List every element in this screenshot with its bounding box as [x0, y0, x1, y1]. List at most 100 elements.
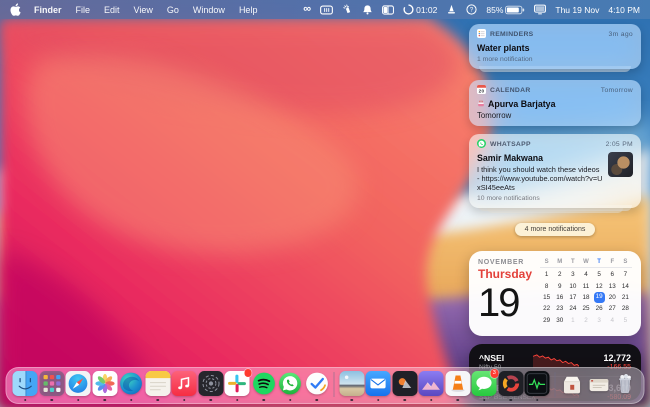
dock-messages-icon[interactable]: 3 — [472, 371, 497, 397]
timer-glyph — [403, 4, 414, 15]
apple-menu-icon[interactable] — [10, 3, 21, 16]
calendar-day-cell[interactable]: 11 — [579, 283, 592, 290]
dock-downloads-icon[interactable] — [560, 371, 585, 397]
dock-photos-icon[interactable] — [92, 371, 117, 397]
calendar-day-cell[interactable]: 14 — [619, 283, 632, 290]
dock-daisydisk-icon[interactable] — [498, 371, 523, 397]
reminders-more[interactable]: 1 more notification — [477, 56, 633, 63]
menu-finder[interactable]: Finder — [27, 5, 69, 15]
calendar-day-cell[interactable]: 20 — [606, 294, 619, 301]
calendar-day-cell[interactable]: 23 — [553, 305, 566, 312]
calendar-day-cell[interactable]: 12 — [593, 283, 606, 290]
calendar-month-label: NOVEMBER — [478, 259, 540, 266]
calendar-day-cell[interactable]: 18 — [579, 294, 592, 301]
menubar-time[interactable]: 4:10 PM — [608, 5, 640, 15]
menu-file[interactable]: File — [69, 5, 98, 15]
menu-go[interactable]: Go — [160, 5, 186, 15]
calendar-day-cell[interactable]: 5 — [593, 271, 606, 278]
dock-capture-icon[interactable] — [392, 371, 417, 397]
window-switcher-icon[interactable] — [320, 5, 333, 15]
calendar-day-cell[interactable]: 21 — [619, 294, 632, 301]
calendar-day-cell[interactable]: 17 — [566, 294, 579, 301]
calendar-day-headers: SMTWTFS — [540, 259, 632, 268]
dock-mail-icon[interactable] — [366, 371, 391, 397]
dock-slack-icon[interactable] — [225, 371, 250, 397]
notification-calendar[interactable]: 20 CALENDAR Tomorrow Apurva Barjatya Tom… — [469, 80, 641, 126]
dock-documents-icon[interactable] — [586, 371, 611, 397]
calendar-day-cell[interactable]: 29 — [540, 317, 553, 324]
dock-notes-icon[interactable] — [145, 371, 170, 397]
calendar-day-cell[interactable]: 8 — [540, 283, 553, 290]
running-indicator — [156, 399, 159, 402]
cleaner-spray-icon[interactable] — [342, 4, 353, 15]
calendar-day-cell[interactable]: 7 — [619, 271, 632, 278]
reminders-app-icon — [477, 29, 486, 40]
menu-window[interactable]: Window — [186, 5, 232, 15]
running-indicator — [209, 399, 212, 402]
dock-safari-icon[interactable] — [66, 371, 91, 397]
split-glyph — [382, 5, 394, 15]
calendar-day-cell[interactable]: 5 — [619, 317, 632, 324]
calendar-day-cell[interactable]: 2 — [553, 271, 566, 278]
battery-indicator[interactable]: 85% — [486, 5, 525, 15]
notification-bell-icon[interactable] — [362, 4, 373, 15]
calendar-day-cell[interactable]: 15 — [540, 294, 553, 301]
dock-sysprefs-icon[interactable] — [198, 371, 223, 397]
calendar-day-cell[interactable]: 13 — [606, 283, 619, 290]
dock-music-icon[interactable] — [172, 371, 197, 397]
calendar-day-cell[interactable]: 3 — [566, 271, 579, 278]
dock-finder-icon[interactable] — [13, 371, 38, 397]
calendar-day-cell[interactable]: 2 — [579, 317, 592, 324]
calendar-day-cell[interactable]: 1 — [566, 317, 579, 324]
calendar-day-cell[interactable]: 24 — [566, 305, 579, 312]
menu-view[interactable]: View — [127, 5, 160, 15]
battery-glyph — [505, 5, 525, 15]
calendar-day-cell[interactable]: 28 — [619, 305, 632, 312]
more-notifications-pill[interactable]: 4 more notifications — [515, 223, 596, 236]
dock-graphics-icon[interactable] — [419, 371, 444, 397]
calendar-header: 20 CALENDAR Tomorrow — [477, 85, 633, 96]
calendar-day-cell[interactable]: 30 — [553, 317, 566, 324]
upload-cone-icon[interactable] — [446, 4, 457, 15]
infinity-icon[interactable]: ∞ — [303, 4, 311, 15]
whatsapp-app-icon — [477, 139, 486, 150]
calendar-day-cell[interactable]: 4 — [606, 317, 619, 324]
calendar-day-cell[interactable]: 25 — [579, 305, 592, 312]
whatsapp-more[interactable]: 10 more notifications — [477, 195, 603, 202]
whatsapp-app-name: WHATSAPP — [490, 141, 531, 148]
whatsapp-message: I think you should watch these videos - … — [477, 165, 603, 193]
calendar-day-cell[interactable]: 26 — [593, 305, 606, 312]
dock-vlc-icon[interactable] — [445, 371, 470, 397]
calendar-widget[interactable]: NOVEMBER Thursday 19 SMTWTFS 12345678910… — [469, 251, 641, 336]
display-icon[interactable] — [534, 4, 546, 15]
calendar-day-cell[interactable]: 10 — [566, 283, 579, 290]
running-indicator — [430, 399, 433, 402]
calendar-day-cell[interactable]: 3 — [593, 317, 606, 324]
calendar-day-cell[interactable]: 27 — [606, 305, 619, 312]
dock-ticktick-icon[interactable] — [304, 371, 329, 397]
notification-whatsapp[interactable]: WHATSAPP 2:05 PM Samir Makwana I think y… — [469, 134, 641, 208]
calendar-day-cell[interactable]: 6 — [606, 271, 619, 278]
menubar-date[interactable]: Thu 19 Nov — [555, 5, 599, 15]
split-view-icon[interactable] — [382, 5, 394, 15]
dock-trash-icon[interactable] — [613, 371, 638, 397]
dock-preview-icon[interactable] — [339, 371, 364, 397]
running-indicator — [289, 399, 292, 402]
help-icon[interactable]: ? — [466, 4, 477, 15]
dock-edge-icon[interactable] — [119, 371, 144, 397]
notification-reminders[interactable]: REMINDERS 3m ago Water plants 1 more not… — [469, 24, 641, 69]
running-indicator — [350, 399, 353, 402]
calendar-day-cell[interactable]: 9 — [553, 283, 566, 290]
dock-launchpad-icon[interactable] — [39, 371, 64, 397]
menu-help[interactable]: Help — [232, 5, 265, 15]
calendar-day-cell[interactable]: 4 — [579, 271, 592, 278]
dock-whatsapp-icon[interactable] — [278, 371, 303, 397]
dock-activity-icon[interactable] — [525, 371, 550, 397]
dock-spotify-icon[interactable] — [251, 371, 276, 397]
calendar-day-cell[interactable]: 1 — [540, 271, 553, 278]
calendar-day-cell[interactable]: 16 — [553, 294, 566, 301]
calendar-day-cell[interactable]: 19 — [593, 292, 606, 303]
calendar-day-cell[interactable]: 22 — [540, 305, 553, 312]
timer-indicator[interactable]: 01:02 — [403, 4, 437, 15]
menu-edit[interactable]: Edit — [97, 5, 127, 15]
